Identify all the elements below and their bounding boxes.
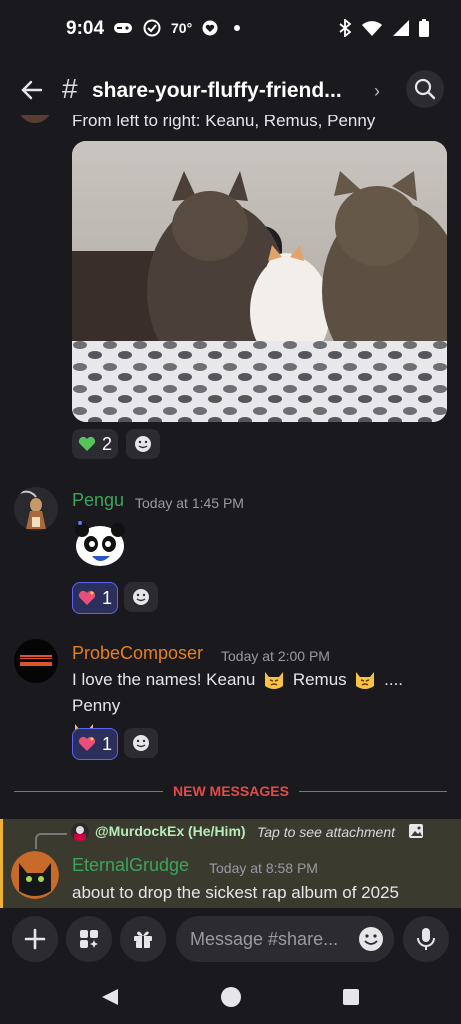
message-text: about to drop the sickest rap album of 2…: [72, 883, 399, 902]
battery-icon: [419, 19, 429, 37]
reply-connector: [35, 833, 67, 849]
avatar[interactable]: [14, 639, 58, 683]
dot-icon: [234, 25, 241, 31]
reaction-sparkling-heart[interactable]: 1: [72, 728, 118, 760]
panda-sticker[interactable]: [72, 520, 128, 570]
new-messages-label: NEW MESSAGES: [163, 783, 299, 799]
status-bar: 9:04 70°: [0, 0, 461, 58]
channel-hash-icon: #: [62, 73, 78, 104]
add-reaction-icon: [133, 589, 149, 605]
check-circle-icon: [143, 19, 161, 37]
green-heart-icon: [78, 436, 96, 451]
message-feed[interactable]: From left to right: Keanu, Remus, Penny …: [0, 115, 461, 908]
message-input-placeholder: Message #share...: [190, 929, 339, 949]
image-icon: [409, 824, 423, 838]
composer-avatar-icon: [20, 655, 52, 666]
microphone-icon: [417, 928, 435, 950]
back-arrow-icon[interactable]: [20, 78, 44, 102]
add-reaction-button[interactable]: [124, 582, 158, 612]
add-reaction-button[interactable]: [126, 429, 160, 459]
apps-button[interactable]: [66, 916, 112, 962]
reply-hint[interactable]: Tap to see attachment: [257, 824, 395, 840]
avatar[interactable]: [11, 851, 59, 899]
emoji-icon[interactable]: [358, 926, 384, 952]
cats-image: [72, 141, 447, 422]
black-cat-avatar-icon: [11, 851, 59, 899]
reply-mention[interactable]: @MurdockEx (He/Him): [95, 823, 246, 839]
message-text: From left to right: Keanu, Remus, Penny: [72, 115, 376, 130]
gift-icon: [134, 931, 152, 948]
avatar[interactable]: [18, 115, 52, 123]
timestamp: Today at 2:00 PM: [221, 648, 330, 664]
highlighted-message[interactable]: @MurdockEx (He/Him) Tap to see attachmen…: [0, 819, 461, 908]
nav-recents-icon[interactable]: [342, 988, 360, 1006]
voice-message-button[interactable]: [403, 916, 449, 962]
sparkling-heart-icon: [78, 736, 96, 751]
reaction-sparkling-heart[interactable]: 1: [72, 582, 118, 614]
message-input[interactable]: Message #share...: [176, 916, 394, 962]
search-icon: [414, 78, 436, 100]
reaction-green-heart[interactable]: 2: [72, 429, 118, 459]
channel-title[interactable]: share-your-fluffy-friend...: [92, 79, 342, 103]
temperature: 70°: [171, 20, 193, 36]
avatar[interactable]: [14, 487, 58, 531]
timestamp: Today at 1:45 PM: [135, 495, 244, 511]
username[interactable]: Pengu: [72, 490, 124, 511]
signal-icon: [393, 20, 409, 36]
reaction-count: 2: [101, 433, 112, 454]
wifi-icon: [362, 20, 382, 36]
add-reaction-icon: [133, 735, 149, 751]
status-time: 9:04: [66, 18, 105, 39]
message-text-part: I love the names! Keanu: [72, 670, 256, 689]
message-composer: Message #share...: [0, 908, 461, 970]
add-reaction-button[interactable]: [124, 728, 158, 758]
system-nav-bar: [0, 970, 461, 1024]
gamepad-icon: [114, 23, 132, 33]
sparkling-heart-icon: [78, 590, 96, 605]
username[interactable]: ProbeComposer: [72, 643, 203, 664]
channel-header: # share-your-fluffy-friend... ›: [0, 58, 461, 122]
angry-cat-emoji-icon: [262, 668, 286, 690]
chevron-right-icon[interactable]: ›: [374, 81, 380, 102]
sparkle-apps-icon: [80, 930, 98, 948]
reaper-avatar-icon: [19, 490, 46, 529]
add-reaction-icon: [135, 436, 151, 452]
timestamp: Today at 8:58 PM: [209, 860, 318, 876]
gift-button[interactable]: [120, 916, 166, 962]
cat-photo-attachment[interactable]: [72, 141, 447, 422]
reaction-count: 1: [101, 587, 112, 608]
panda-emoji-icon: [75, 521, 125, 566]
reply-avatar-icon: [74, 826, 86, 841]
plus-icon: [24, 928, 46, 950]
reaction-count: 1: [101, 733, 112, 754]
bluetooth-icon: [339, 19, 351, 37]
add-attachment-button[interactable]: [12, 916, 58, 962]
heart-badge-icon: [202, 20, 218, 36]
nav-back-icon[interactable]: [100, 987, 120, 1007]
nav-home-icon[interactable]: [220, 986, 242, 1008]
angry-cat-emoji-icon: [353, 668, 377, 690]
search-button[interactable]: [406, 70, 444, 108]
username[interactable]: EternalGrudge: [72, 855, 189, 876]
reply-avatar: [71, 823, 89, 841]
message-text-part: Remus: [292, 670, 347, 689]
